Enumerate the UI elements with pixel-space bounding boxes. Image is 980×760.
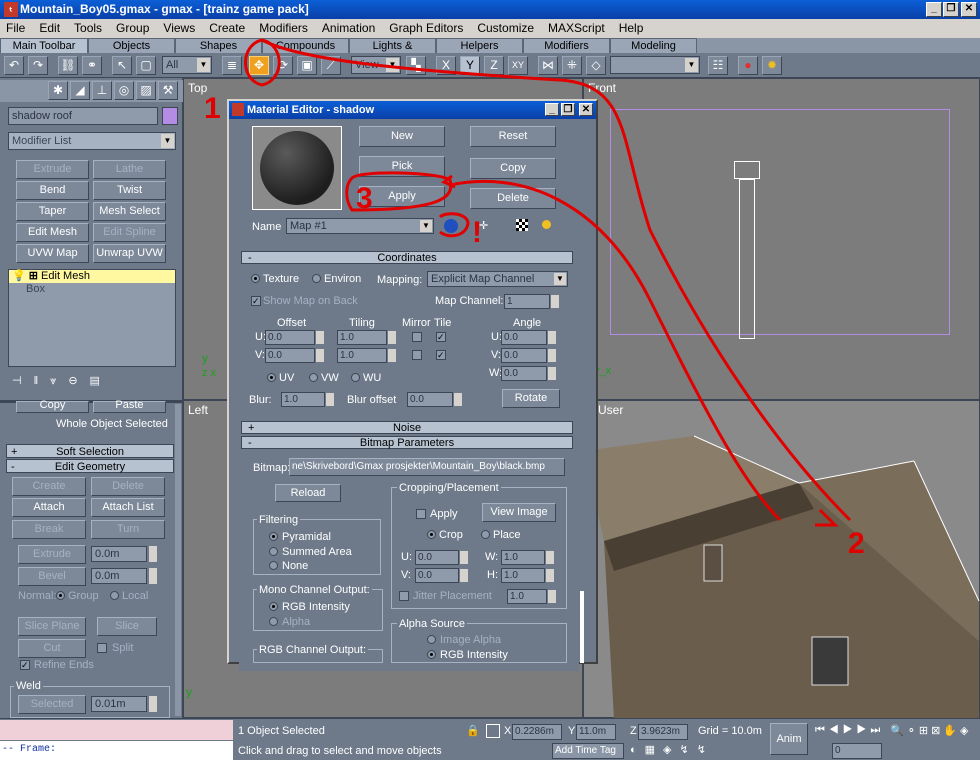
annotation-label-3: 3 xyxy=(356,182,373,215)
annotation-arrowhead-2 xyxy=(815,508,839,527)
annotation-arrow-path-1 xyxy=(261,38,852,522)
annotation-arrow-path-2 xyxy=(449,179,782,522)
annotation-label-1: 1 xyxy=(204,92,221,125)
annotation-overlay: 1 2 3 ! xyxy=(204,38,865,560)
annotation-label-2: 2 xyxy=(848,527,865,560)
annotation-circle-show-map xyxy=(438,212,470,238)
annotation-label-exclaim: ! xyxy=(472,216,482,249)
